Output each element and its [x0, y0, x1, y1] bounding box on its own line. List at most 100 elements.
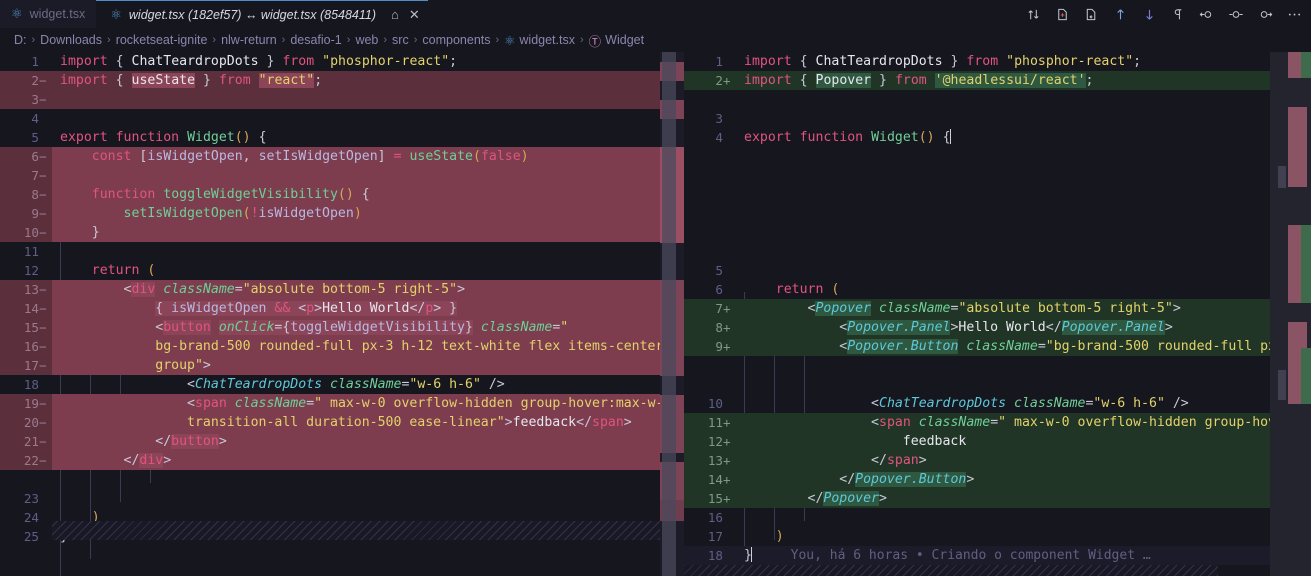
more-actions-icon[interactable]	[1283, 3, 1305, 25]
line-number: 17−	[23, 358, 47, 373]
breadcrumb-item-4[interactable]: desafio-1	[290, 33, 341, 47]
line-number: 4	[715, 130, 723, 145]
line-number: 4	[31, 111, 39, 126]
react-icon: ⚛	[504, 33, 516, 48]
code-line[interactable]: 21− </button>	[0, 432, 684, 451]
code-line[interactable]: 12 return (	[0, 261, 684, 280]
code-line[interactable]: 5 export function Widget() {	[0, 128, 684, 147]
diff-filler	[684, 242, 1311, 261]
line-number: 6	[715, 282, 723, 297]
line-number: 3	[715, 111, 723, 126]
pin-icon[interactable]: ⌂	[391, 7, 399, 22]
breadcrumb-item-8[interactable]: widget.tsx	[519, 33, 575, 47]
breadcrumb-separator: ›	[281, 34, 286, 46]
code-line[interactable]: 7−	[0, 166, 684, 185]
code-line[interactable]: 10 <ChatTeardropDots className="w-6 h-6"…	[684, 394, 1311, 413]
code-line[interactable]: 14− { isWidgetOpen && <p>Hello World</p>…	[0, 299, 684, 318]
code-line[interactable]: 9+ <Popover.Button className="bg-brand-5…	[684, 337, 1311, 356]
line-number: 15−	[23, 320, 47, 335]
diff-filler	[684, 356, 1311, 375]
code-line[interactable]: 17− group">	[0, 356, 684, 375]
diff-filler	[0, 470, 684, 489]
line-number: 8−	[31, 187, 47, 202]
diff-filler-stripe	[684, 565, 1218, 576]
whitespace-icon[interactable]	[1167, 3, 1189, 25]
tab-label: widget.tsx (182ef57) ↔ widget.tsx (85484…	[128, 7, 377, 22]
code-line[interactable]: 16	[684, 508, 1311, 527]
line-number: 18	[707, 548, 723, 563]
code-line[interactable]: 23	[0, 489, 684, 508]
code-line[interactable]: 4	[0, 109, 684, 128]
code-line[interactable]: 3	[684, 109, 1311, 128]
tab-widget-tsx[interactable]: ⚛ widget.tsx	[0, 0, 97, 28]
code-line[interactable]: 1 import { ChatTeardropDots } from "phos…	[0, 52, 684, 71]
code-line[interactable]: 13− <div className="absolute bottom-5 ri…	[0, 280, 684, 299]
unstage-file-icon[interactable]	[1080, 3, 1102, 25]
collapse-left-icon[interactable]	[1196, 3, 1218, 25]
code-line[interactable]: 17 )	[684, 527, 1311, 546]
diff-pane-modified[interactable]: 1 import { ChatTeardropDots } from "phos…	[684, 52, 1311, 576]
code-line[interactable]: 8− function toggleWidgetVisibility() {	[0, 185, 684, 204]
code-line[interactable]: 11	[0, 242, 684, 261]
code-line[interactable]: 7+ <Popover className="absolute bottom-5…	[684, 299, 1311, 318]
breadcrumb-separator: ›	[413, 34, 418, 46]
code-line[interactable]: 10− }	[0, 223, 684, 242]
code-line[interactable]: 6− const [isWidgetOpen, setIsWidgetOpen]…	[0, 147, 684, 166]
code-line[interactable]: 15+ </Popover>	[684, 489, 1311, 508]
line-number: 13−	[23, 282, 47, 297]
line-number: 17	[707, 529, 723, 544]
code-line[interactable]: 1 import { ChatTeardropDots } from "phos…	[684, 52, 1311, 71]
code-line[interactable]: 19− <span className=" max-w-0 overflow-h…	[0, 394, 684, 413]
code-line[interactable]: 2− import { useState } from "react";	[0, 71, 684, 90]
code-line-current[interactable]: 18 } You, há 6 horas • Criando o compone…	[684, 546, 1311, 565]
stage-file-icon[interactable]	[1051, 3, 1073, 25]
code-line[interactable]: 13+ </span>	[684, 451, 1311, 470]
code-line[interactable]: 20− transition-all duration-500 ease-lin…	[0, 413, 684, 432]
code-line[interactable]: 3−	[0, 90, 684, 109]
breadcrumb-item-2[interactable]: rocketseat-ignite	[116, 33, 208, 47]
code-line[interactable]: 22− </div>	[0, 451, 684, 470]
code-line[interactable]: 12+ feedback	[684, 432, 1311, 451]
overview-ruler-original[interactable]	[660, 52, 684, 576]
close-icon[interactable]: ✕	[409, 7, 420, 23]
line-number: 20−	[23, 415, 47, 430]
code-line[interactable]: 2+ import { Popover } from '@headlessui/…	[684, 71, 1311, 90]
code-line[interactable]: 14+ </Popover.Button>	[684, 470, 1311, 489]
breadcrumb-item-0[interactable]: D:	[14, 33, 27, 47]
breadcrumb-item-9[interactable]: Widget	[605, 33, 644, 47]
code-line[interactable]: 4 export function Widget() {	[684, 128, 1311, 147]
diff-editor: 1 import { ChatTeardropDots } from "phos…	[0, 52, 1311, 576]
overview-ruler-modified[interactable]	[1270, 52, 1311, 576]
line-number: 12+	[707, 434, 731, 449]
breadcrumb-item-5[interactable]: web	[355, 33, 378, 47]
editor-scrollbar-thumb	[662, 52, 676, 576]
breadcrumb-item-3[interactable]: nlw-return	[221, 33, 277, 47]
breadcrumb-separator: ›	[383, 34, 388, 46]
code-line[interactable]: 15− <button onClick={toggleWidgetVisibil…	[0, 318, 684, 337]
breadcrumb-separator: ›	[346, 34, 351, 46]
breadcrumb-item-1[interactable]: Downloads	[40, 33, 102, 47]
previous-change-icon[interactable]	[1109, 3, 1131, 25]
line-number: 3−	[31, 92, 47, 107]
diff-filler	[684, 147, 1311, 166]
git-blame-annotation[interactable]: You, há 6 horas • Criando o component Wi…	[791, 548, 1151, 563]
code-line[interactable]: 6 return (	[684, 280, 1311, 299]
code-line[interactable]: 9− setIsWidgetOpen(!isWidgetOpen)	[0, 204, 684, 223]
code-line[interactable]: 8+ <Popover.Panel>Hello World</Popover.P…	[684, 318, 1311, 337]
tab-widget-tsx-diff[interactable]: ⚛ widget.tsx (182ef57) ↔ widget.tsx (854…	[96, 0, 428, 28]
breadcrumb-item-6[interactable]: src	[392, 33, 409, 47]
line-number: 1	[715, 54, 723, 69]
next-change-icon[interactable]	[1138, 3, 1160, 25]
code-line[interactable]: 16− bg-brand-500 rounded-full px-3 h-12 …	[0, 337, 684, 356]
code-line[interactable]: 5	[684, 261, 1311, 280]
diff-pane-original[interactable]: 1 import { ChatTeardropDots } from "phos…	[0, 52, 684, 576]
collapse-right-icon[interactable]	[1254, 3, 1276, 25]
code-line[interactable]: 11+ <span className=" max-w-0 overflow-h…	[684, 413, 1311, 432]
tab-label: widget.tsx	[29, 7, 86, 21]
diff-filler	[684, 166, 1311, 185]
diff-filler-stripe	[52, 521, 684, 540]
swap-sides-icon[interactable]	[1022, 3, 1044, 25]
breadcrumb-item-7[interactable]: components	[422, 33, 490, 47]
collapse-center-icon[interactable]	[1225, 3, 1247, 25]
code-line[interactable]: 18 <ChatTeardropDots className="w-6 h-6"…	[0, 375, 684, 394]
